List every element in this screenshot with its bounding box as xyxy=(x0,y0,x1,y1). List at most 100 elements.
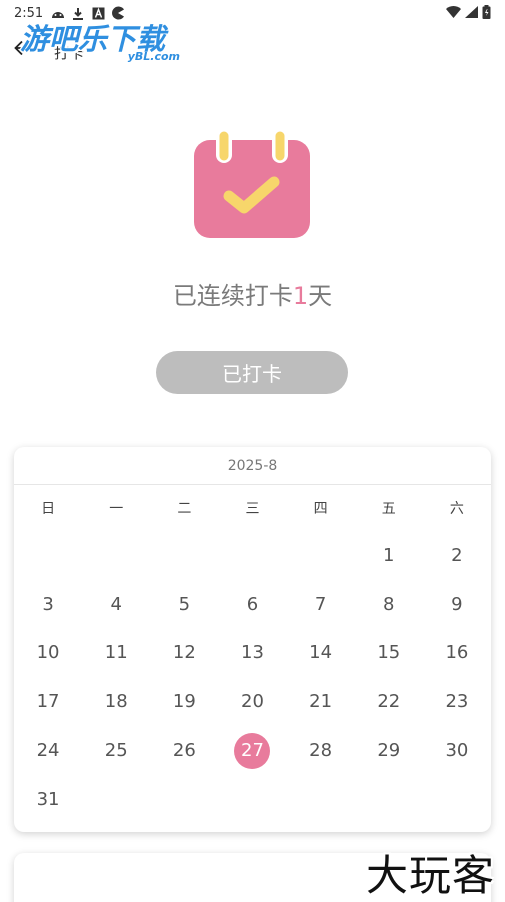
calendar-empty-cell xyxy=(82,775,150,823)
calendar-day-cell[interactable]: 3 xyxy=(14,580,82,628)
calendar-day-cell[interactable]: 25 xyxy=(82,727,150,775)
battery-icon xyxy=(482,5,491,23)
wifi-icon xyxy=(446,6,461,22)
calendar-day-cell[interactable]: 8 xyxy=(355,580,423,628)
signal-icon xyxy=(465,6,478,22)
calendar-day-number: 9 xyxy=(451,593,463,615)
calendar-day-number: 4 xyxy=(110,593,122,615)
calendar-day-cell[interactable]: 22 xyxy=(355,678,423,726)
corner-watermark-text: 大玩客 xyxy=(365,851,495,900)
calendar-week-row: 10 11 12 13 14 15 16 xyxy=(14,629,491,678)
weekday-label: 二 xyxy=(177,501,192,517)
calendar-day-number: 14 xyxy=(309,642,333,664)
calendar-day-number: 2 xyxy=(451,544,463,566)
calendar-day-number: 22 xyxy=(377,691,401,713)
calendar-day-cell[interactable]: 5 xyxy=(150,580,218,628)
calendar-day-cell[interactable]: 20 xyxy=(218,678,286,726)
calendar-day-number: 3 xyxy=(42,593,54,615)
calendar-day-number xyxy=(30,537,66,573)
calendar-day-number xyxy=(166,537,202,573)
calendar-day-number xyxy=(303,781,339,817)
calendar-day-number: 17 xyxy=(36,691,60,713)
calendar-week-row: 24 25 26 27 28 29 30 xyxy=(14,726,491,775)
calendar-day-number: 24 xyxy=(36,740,60,762)
calendar-empty-cell xyxy=(423,775,491,823)
calendar-day-number: 23 xyxy=(445,691,469,713)
calendar-day-number: 20 xyxy=(241,691,264,713)
calendar-day-number xyxy=(166,781,202,817)
calendar-day-number: 1 xyxy=(383,544,395,566)
calendar-week-row: 17 18 19 20 21 22 23 xyxy=(14,677,491,726)
calendar-day-number xyxy=(98,781,134,817)
calendar-day-cell[interactable]: 7 xyxy=(287,580,355,628)
calendar-empty-cell xyxy=(150,775,218,823)
site-watermark-logo: 游吧乐下载 yBL.com xyxy=(20,16,190,66)
calendar-day-cell[interactable]: 4 xyxy=(82,580,150,628)
calendar-day-cell[interactable]: 13 xyxy=(218,629,286,677)
calendar-day-cell[interactable]: 16 xyxy=(423,629,491,677)
calendar-day-number xyxy=(371,781,407,817)
calendar-day-cell[interactable]: 19 xyxy=(150,678,218,726)
checkin-streak-text: 已连续打卡1天 xyxy=(0,276,505,311)
calendar-empty-cell xyxy=(355,775,423,823)
calendar-day-number: 12 xyxy=(172,642,196,664)
calendar-day-cell[interactable]: 23 xyxy=(423,678,491,726)
calendar-day-cell[interactable]: 12 xyxy=(150,629,218,677)
calendar-day-cell[interactable]: 18 xyxy=(82,678,150,726)
calendar-day-number xyxy=(234,781,270,817)
calendar-day-cell[interactable]: 11 xyxy=(82,629,150,677)
calendar-day-cell[interactable]: 9 xyxy=(423,580,491,628)
calendar-day-number: 8 xyxy=(383,593,395,615)
calendar-day-cell[interactable]: 26 xyxy=(150,727,218,775)
calendar-day-number: 15 xyxy=(377,642,401,664)
calendar-month-label: 2025-8 xyxy=(227,457,278,474)
calendar-day-cell[interactable]: 31 xyxy=(14,775,82,823)
calendar-day-cell[interactable]: 15 xyxy=(355,629,423,677)
calendar-day-cell[interactable]: 2 xyxy=(423,531,491,579)
calendar-day-number: 26 xyxy=(172,740,196,762)
calendar-month-header: 2025-8 xyxy=(14,447,491,485)
weekday-label: 三 xyxy=(245,501,260,517)
calendar-day-number: 16 xyxy=(445,642,469,664)
calendar-day-cell[interactable]: 29 xyxy=(355,727,423,775)
calendar-day-number xyxy=(98,537,134,573)
calendar-day-cell[interactable]: 24 xyxy=(14,727,82,775)
calendar-day-number: 30 xyxy=(445,740,469,762)
calendar-day-cell[interactable]: 28 xyxy=(287,727,355,775)
calendar-week-row: 12 xyxy=(14,531,491,580)
calendar-day-cell[interactable]: 6 xyxy=(218,580,286,628)
weekday-label: 日 xyxy=(41,501,56,517)
calendar-empty-cell xyxy=(14,531,82,579)
calendar-check-icon xyxy=(190,128,314,244)
calendar-day-number: 13 xyxy=(241,642,264,664)
logo-sub-text: yBL.com xyxy=(127,50,180,63)
calendar-day-number: 28 xyxy=(309,740,333,762)
calendar-day-cell[interactable]: 17 xyxy=(14,678,82,726)
calendar-day-number: 29 xyxy=(377,740,401,762)
calendar-day-number: 18 xyxy=(104,691,128,713)
calendar-day-number: 11 xyxy=(104,642,128,664)
weekday-label: 五 xyxy=(381,501,396,517)
calendar-day-cell[interactable]: 10 xyxy=(14,629,82,677)
calendar-day-number xyxy=(439,781,475,817)
calendar-day-cell[interactable]: 30 xyxy=(423,727,491,775)
weekday-row: 日 一 二 三 四 五 六 xyxy=(14,485,491,531)
checkin-button[interactable]: 已打卡 xyxy=(156,351,348,394)
calendar-empty-cell xyxy=(150,531,218,579)
calendar-day-number: 5 xyxy=(178,593,191,615)
calendar-day-number xyxy=(234,537,270,573)
calendar-day-number: 25 xyxy=(104,740,128,762)
calendar-day-cell[interactable]: 14 xyxy=(287,629,355,677)
calendar-day-number: 10 xyxy=(36,642,60,664)
calendar-day-number: 19 xyxy=(172,691,196,713)
streak-prefix: 已连续打卡 xyxy=(172,282,293,310)
calendar-day-cell[interactable]: 1 xyxy=(355,531,423,579)
calendar-empty-cell xyxy=(82,531,150,579)
calendar-day-number: 27 xyxy=(234,732,271,769)
calendar-card: 2025-8 日 一 二 三 四 五 六 1 2 3 4 5 6 7 8 9 10 11 12 13 14… xyxy=(14,447,491,832)
calendar-grid: 1 2 3 4 5 6 7 8 9 10 11 12 13 14 15 16 17 18 19 20 21 22 23 24 2… xyxy=(14,531,491,824)
calendar-day-cell[interactable]: 21 xyxy=(287,678,355,726)
calendar-day-number: 7 xyxy=(314,593,327,615)
weekday-label: 一 xyxy=(109,501,124,517)
calendar-day-cell-selected[interactable]: 27 xyxy=(218,727,286,775)
